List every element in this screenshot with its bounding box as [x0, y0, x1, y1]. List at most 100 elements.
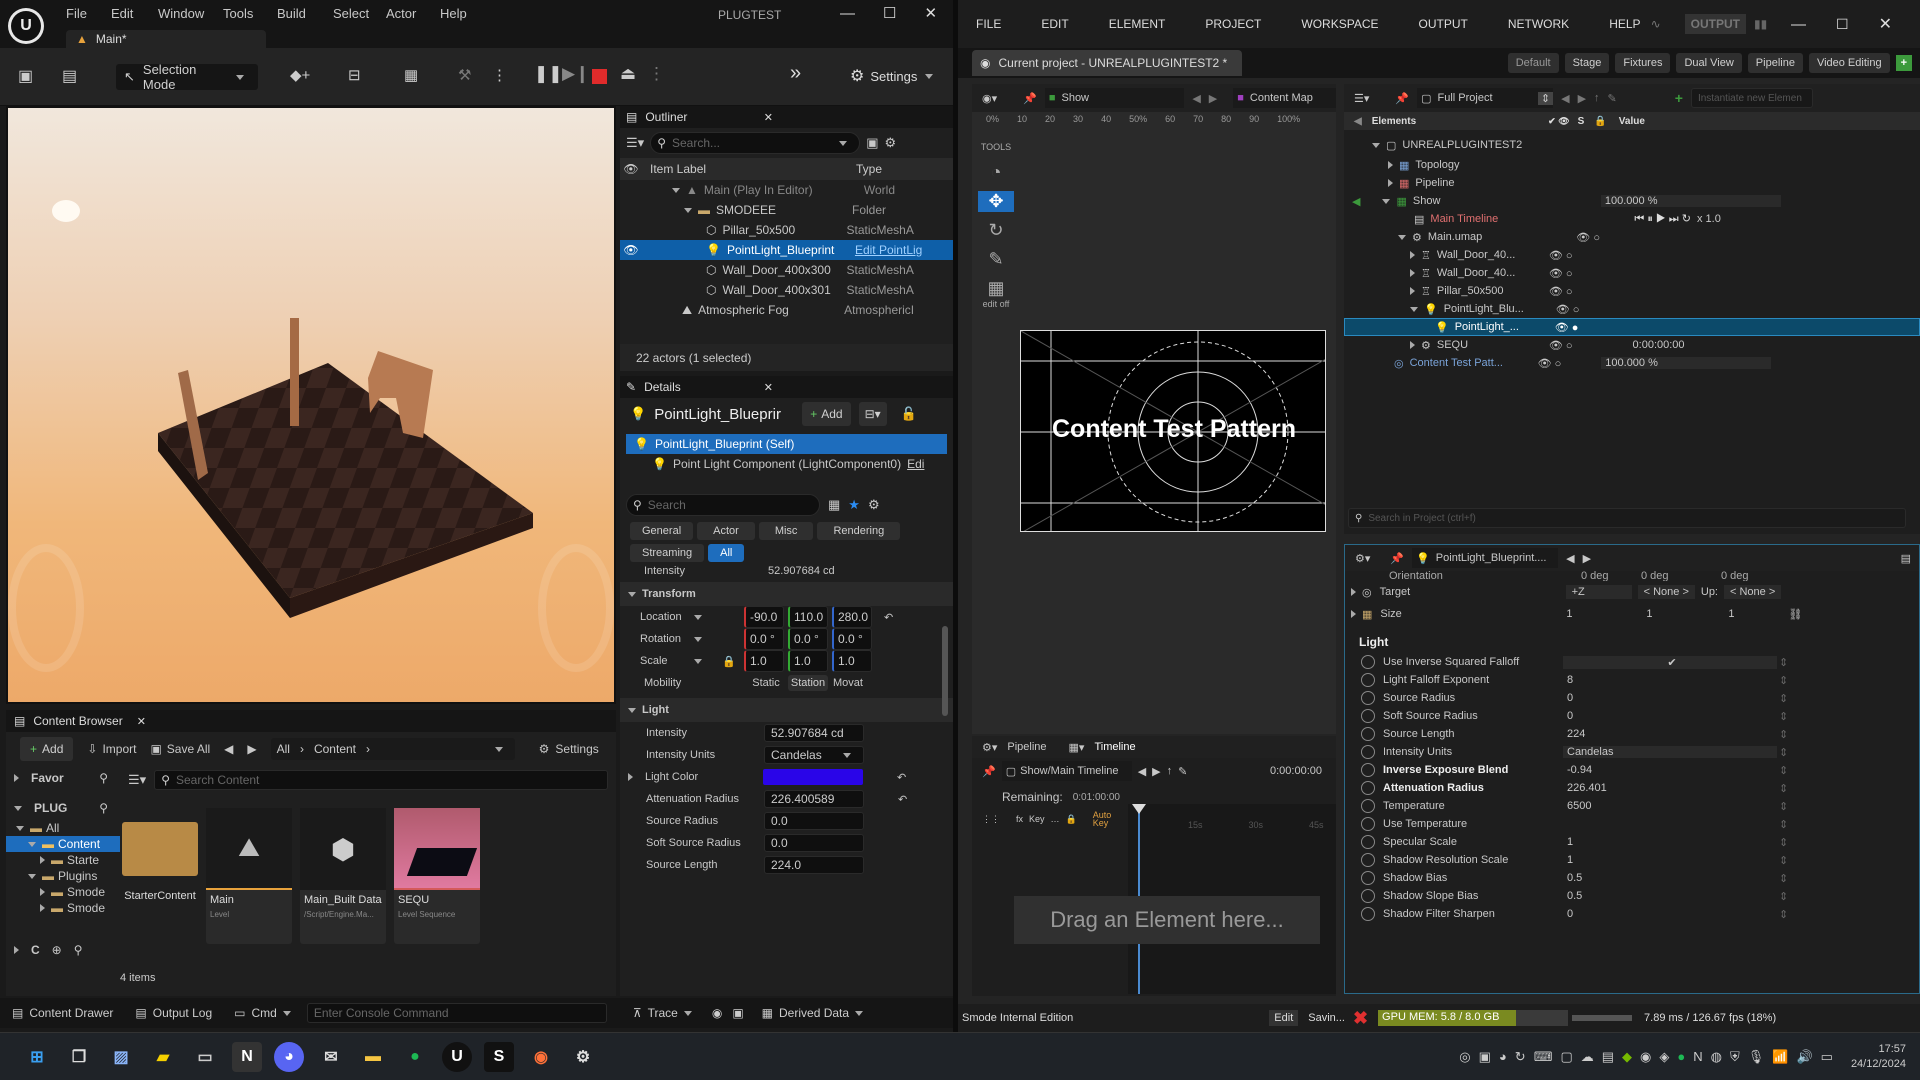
tree-row[interactable]: ⚙ SEQU 👁 ○ 0:00:00:00	[1344, 336, 1920, 354]
volume-icon[interactable]: 🔊	[1796, 1049, 1812, 1065]
sticky-notes-icon[interactable]: ▰	[148, 1042, 178, 1072]
pause-icon[interactable]: ❚❚	[534, 64, 563, 84]
col-value[interactable]: Value	[1619, 116, 1645, 127]
details-settings-icon[interactable]: ⚙	[868, 497, 880, 513]
property-value[interactable]: 0	[1563, 692, 1777, 704]
reset-icon[interactable]: ↶	[898, 793, 907, 806]
smode-taskbar-icon[interactable]: S	[484, 1041, 514, 1072]
unreal-taskbar-icon[interactable]: U	[442, 1041, 472, 1072]
sm-close-icon[interactable]: ✕	[1879, 14, 1892, 34]
content-icon[interactable]: ▤	[62, 66, 77, 86]
property-value[interactable]: 0	[1563, 908, 1777, 920]
search-icon[interactable]: ⚲	[99, 801, 108, 815]
grid-icon[interactable]: ▦	[828, 497, 840, 513]
tray-notion-icon[interactable]: N	[1693, 1049, 1702, 1064]
outliner-row[interactable]: ⬡ Wall_Door_400x300 StaticMeshA	[620, 260, 953, 280]
scale-y[interactable]: 1.0	[788, 650, 828, 672]
outliner-row[interactable]: ▬ SMODEEE Folder	[620, 200, 953, 220]
property-value[interactable]: 224	[1563, 728, 1777, 740]
layout-pipeline[interactable]: Pipeline	[1747, 53, 1803, 73]
tray-app4-icon[interactable]: ◈	[1659, 1049, 1669, 1065]
spinner-icon[interactable]: ⇕	[1779, 818, 1788, 831]
error-icon[interactable]: ✖	[1353, 1008, 1368, 1029]
menu-file[interactable]: File	[66, 6, 111, 21]
tray-steam-icon[interactable]: ◉	[1640, 1049, 1651, 1065]
sm-menu-file[interactable]: FILE	[976, 17, 1001, 31]
property-value[interactable]: 0.5	[1563, 872, 1777, 884]
edit-tool-icon[interactable]: ✎	[978, 249, 1014, 270]
transform-section[interactable]: Transform	[620, 582, 953, 606]
save-icon[interactable]: ▣	[18, 66, 33, 86]
screenshot-icon[interactable]: ▣	[732, 1006, 743, 1020]
tray-chrome-icon[interactable]: ◍	[1711, 1049, 1722, 1065]
mobility-movable[interactable]: Movat	[828, 677, 868, 689]
back-icon[interactable]: ◀	[224, 742, 233, 756]
filter-rendering[interactable]: Rendering	[817, 522, 901, 540]
reset-icon[interactable]: ↶	[897, 771, 906, 784]
viewport-show-selector[interactable]: ■ Show	[1044, 88, 1185, 108]
spinner-icon[interactable]: ⇕	[1779, 908, 1788, 921]
sm-menu-output[interactable]: OUTPUT	[1419, 17, 1468, 31]
content-browser-title[interactable]: Content Browser	[33, 714, 122, 728]
favorites-label[interactable]: Favor	[31, 771, 64, 785]
sm-forward-icon[interactable]: ▶	[1152, 765, 1160, 778]
component-self-row[interactable]: 💡 PointLight_Blueprint (Self)	[626, 434, 947, 454]
outliner-row[interactable]: ⬡ Wall_Door_400x301 StaticMeshA	[620, 280, 953, 300]
asset-tile[interactable]: ⬢ Main_Built Data /Script/Engine.Ma...	[300, 808, 386, 944]
tree-row[interactable]: ♖ Pillar_50x500 👁 ○	[1344, 282, 1920, 300]
target-none[interactable]: < None >	[1637, 585, 1695, 599]
full-project-selector[interactable]: ▢ Full Project ⇕	[1417, 88, 1554, 108]
tray-app2-icon[interactable]: ▢	[1560, 1049, 1572, 1065]
sm-edit-icon[interactable]: ✎	[1608, 92, 1617, 105]
camera-tool-icon[interactable]: ◔	[978, 162, 1014, 183]
viewport-mode-icon[interactable]: ◉▾	[982, 92, 997, 105]
tray-app-icon[interactable]: ▣	[1479, 1049, 1491, 1065]
search-icon[interactable]: ⚲	[99, 771, 108, 785]
filter-general[interactable]: General	[630, 522, 694, 540]
mobility-stationary[interactable]: Station	[788, 675, 828, 691]
scale-z[interactable]: 1.0	[832, 650, 872, 672]
content-map-selector[interactable]: ■ Content Map	[1233, 88, 1336, 108]
playhead-handle[interactable]	[1132, 804, 1146, 814]
edit-mode-button[interactable]: Edit	[1269, 1010, 1299, 1026]
outliner-row-selected[interactable]: 👁 💡 PointLight_Blueprint Edit PointLig	[620, 240, 953, 260]
details-close-icon[interactable]: ✕	[764, 381, 773, 394]
outliner-row[interactable]: ⛰ Atmospheric Fog AtmosphericI	[620, 300, 953, 320]
sm-menu-network[interactable]: NETWORK	[1508, 17, 1569, 31]
blueprint-options-button[interactable]: ⊟▾	[858, 402, 887, 426]
mobility-static[interactable]: Static	[744, 677, 788, 689]
mail-icon[interactable]: ✉	[316, 1042, 346, 1072]
content-drawer-button[interactable]: ▤ Content Drawer	[12, 1006, 113, 1020]
asset-folder[interactable]: StarterContent	[122, 808, 198, 918]
property-value[interactable]: 0	[1563, 710, 1777, 722]
sm-menu-project[interactable]: PROJECT	[1205, 17, 1261, 31]
property-value[interactable]: 1	[1563, 854, 1777, 866]
light-color-swatch[interactable]	[763, 769, 863, 785]
dots-icon[interactable]: …	[1051, 814, 1060, 824]
spinner-icon[interactable]: ⇕	[1779, 854, 1788, 867]
spinner-icon[interactable]: ⇕	[1779, 746, 1788, 759]
outliner-close-icon[interactable]: ✕	[764, 111, 773, 124]
filter-all[interactable]: All	[708, 544, 745, 562]
light-section[interactable]: Light	[620, 698, 953, 722]
property-value[interactable]: 0.5	[1563, 890, 1777, 902]
sm-menu-element[interactable]: ELEMENT	[1109, 17, 1166, 31]
collapse-icon[interactable]: ◀	[1354, 116, 1362, 127]
tree-row[interactable]: ◎ Content Test Patt... 👁 ○ 100.000 %	[1344, 354, 1920, 372]
sm-project-tab[interactable]: ◉ Current project - UNREALPLUGINTEST2 *	[972, 50, 1242, 76]
tree-smode[interactable]: ▬ Smode	[6, 900, 120, 916]
menu-help[interactable]: Help	[440, 6, 480, 21]
sm-back-icon[interactable]: ◀	[1561, 92, 1569, 105]
tray-spotify-icon[interactable]: ●	[1677, 1049, 1685, 1064]
details-search[interactable]: ⚲ Search	[626, 494, 820, 516]
windows-start-icon[interactable]: ⊞	[22, 1042, 52, 1072]
location-x[interactable]: -90.0	[744, 606, 784, 628]
property-value[interactable]: 1	[1563, 836, 1777, 848]
minimize-icon[interactable]: —	[840, 5, 855, 22]
tree-starter[interactable]: ▬ Starte	[6, 852, 120, 868]
tree-view-icon[interactable]: ☰▾	[1354, 92, 1369, 105]
tray-keyboard-icon[interactable]: ⌨	[1534, 1049, 1553, 1065]
sm-menu-edit[interactable]: EDIT	[1041, 17, 1068, 31]
size-x[interactable]: 1	[1566, 608, 1646, 620]
tree-row[interactable]: ◀ ▦ Show 100.000 %	[1344, 192, 1920, 210]
